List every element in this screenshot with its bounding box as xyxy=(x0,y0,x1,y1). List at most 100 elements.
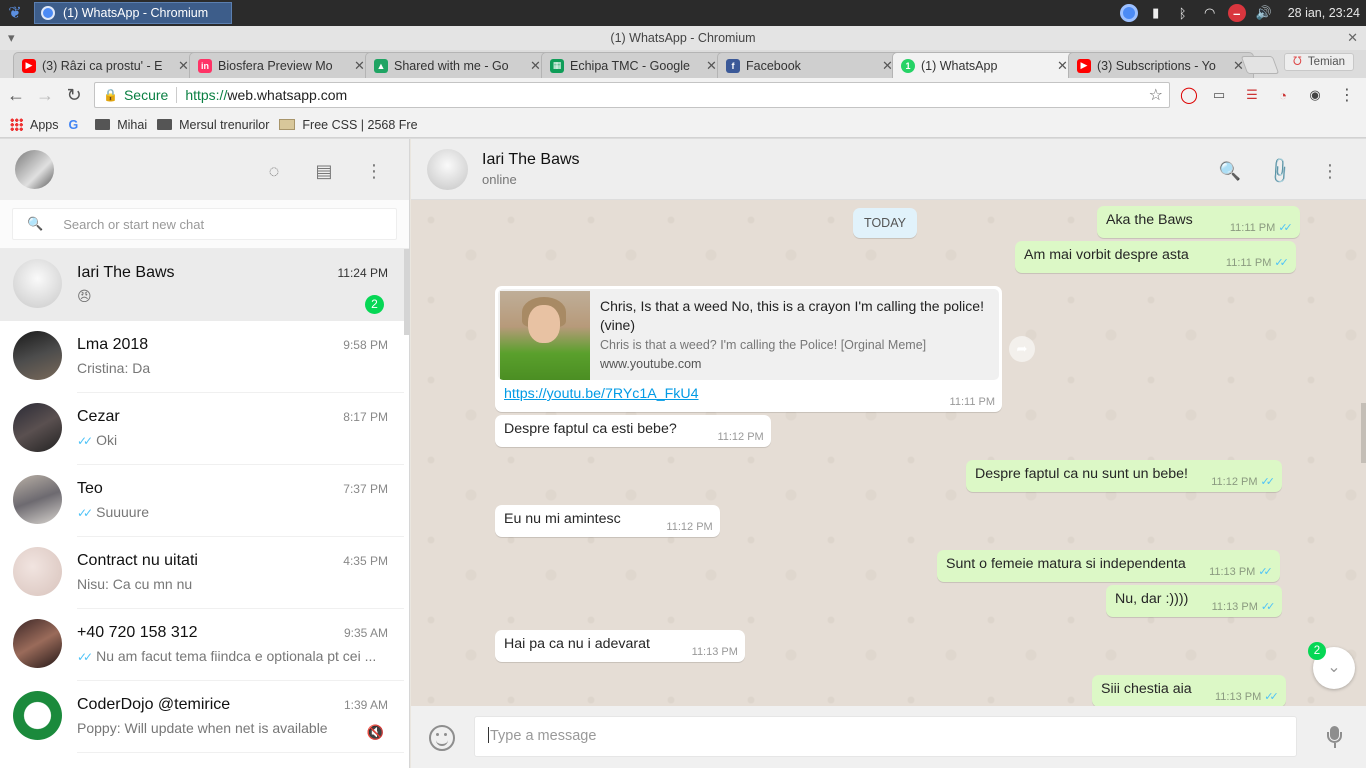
window-menu-icon[interactable]: ▾ xyxy=(8,26,15,50)
forward-button[interactable]: → xyxy=(32,82,58,108)
message-scrollbar[interactable] xyxy=(1361,403,1366,463)
chat-time: 8:17 PM xyxy=(343,410,388,424)
youtube-icon: ▶ xyxy=(1077,58,1091,73)
back-button[interactable]: ← xyxy=(3,82,29,108)
message-link[interactable]: https://youtu.be/7RYc1A_FkU4 xyxy=(504,386,699,402)
folder-icon xyxy=(95,119,111,130)
message-input[interactable]: Type a message xyxy=(474,716,1297,757)
message-bubble[interactable]: Eu nu mi amintesc 11:12 PM xyxy=(495,505,720,537)
my-avatar[interactable] xyxy=(15,150,54,189)
todoist-extension-icon[interactable]: ☰ xyxy=(1243,86,1261,104)
chat-item-teo[interactable]: Teo 7:37 PM ✓✓ Suuuure xyxy=(0,465,404,537)
chat-item-iari[interactable]: Iari The Baws 11:24 PM 😠 2 xyxy=(0,249,404,321)
message-time: 11:11 PM ✓✓ xyxy=(1230,221,1293,234)
lock-icon[interactable]: 🔒 xyxy=(103,88,118,102)
unread-badge: 2 xyxy=(365,295,384,314)
link-preview-title: Chris, Is that a weed No, this is a cray… xyxy=(600,298,984,333)
whatsapp-app: ◌ ▤ ⋮ 🔍 Search or start new chat Iari Th… xyxy=(0,139,1366,768)
tab-google-drive[interactable]: ▲ Shared with me - Go ✕ xyxy=(365,52,551,78)
tab-biosfera[interactable]: in Biosfera Preview Mo ✕ xyxy=(189,52,375,78)
conversation-header[interactable]: Iari The Baws online 🔍 📎 ⋮ xyxy=(411,139,1366,200)
chat-item-cezar[interactable]: Cezar 8:17 PM ✓✓ Oki xyxy=(0,393,404,465)
browser-menu-icon[interactable]: ⋮ xyxy=(1338,86,1356,104)
opera-extension-icon[interactable]: ◯ xyxy=(1180,86,1198,104)
cast-extension-icon[interactable]: ▭ xyxy=(1210,86,1228,104)
bookmark-folder-mihai[interactable]: Mihai xyxy=(95,118,147,132)
message-time: 11:11 PM xyxy=(949,396,995,408)
emoji-icon[interactable] xyxy=(429,725,455,751)
bluetooth-icon[interactable]: ᛒ xyxy=(1174,4,1192,22)
link-message-bubble[interactable]: Chris, Is that a weed No, this is a cray… xyxy=(495,286,1002,412)
new-chat-icon[interactable]: ▤ xyxy=(312,159,336,183)
profile-button[interactable]: ᘮ Temian xyxy=(1284,53,1354,71)
link-preview-domain: www.youtube.com xyxy=(600,357,702,371)
tab-label: (1) WhatsApp xyxy=(921,58,998,73)
new-tab-button[interactable] xyxy=(1240,56,1280,74)
attach-icon[interactable]: 📎 xyxy=(1263,154,1297,188)
message-bubble[interactable]: Despre faptul ca esti bebe? 11:12 PM xyxy=(495,415,771,447)
composer: Type a message xyxy=(411,706,1366,768)
message-text: Eu nu mi amintesc xyxy=(504,511,621,527)
battery-icon[interactable]: ▮ xyxy=(1147,4,1165,22)
bookmark-folder-mersul[interactable]: Mersul trenurilor xyxy=(157,118,269,132)
chat-time: 9:58 PM xyxy=(343,338,388,352)
chat-last-message: ✓✓ Oki xyxy=(77,432,382,448)
wifi-icon[interactable]: ◠ xyxy=(1201,4,1219,22)
tab-facebook[interactable]: f Facebook ✕ xyxy=(717,52,903,78)
bookmark-apps[interactable]: Apps xyxy=(10,118,59,132)
chat-item-coderdojo[interactable]: CoderDojo @temirice 1:39 AM Poppy: Will … xyxy=(0,681,404,753)
status-icon[interactable]: ◌ xyxy=(262,159,286,183)
message-bubble[interactable]: Sunt o femeie matura si independenta 11:… xyxy=(937,550,1280,582)
avatar xyxy=(13,619,62,668)
tab-whatsapp[interactable]: 1 (1) WhatsApp ✕ xyxy=(892,52,1078,78)
bookmark-google[interactable]: G xyxy=(69,118,86,132)
message-bubble[interactable]: Nu, dar :)))) 11:13 PM ✓✓ xyxy=(1106,585,1283,617)
menu-icon[interactable]: ⋮ xyxy=(1318,159,1342,183)
volume-icon[interactable]: 🔊 xyxy=(1255,4,1273,22)
chat-list-scrollbar[interactable] xyxy=(404,249,410,335)
message-bubble[interactable]: Aka the Baws 11:11 PM ✓✓ xyxy=(1097,206,1300,238)
message-bubble[interactable]: Am mai vorbit despre asta 11:11 PM ✓✓ xyxy=(1015,241,1296,273)
message-bubble[interactable]: Hai pa ca nu i adevarat 11:13 PM xyxy=(495,630,745,662)
taskbar-window-button[interactable]: (1) WhatsApp - Chromium xyxy=(34,2,232,24)
message-text: Sunt o femeie matura si independenta xyxy=(946,556,1186,572)
ghostery-extension-icon[interactable]: ◉ xyxy=(1306,86,1324,104)
do-not-disturb-icon[interactable]: – xyxy=(1227,4,1246,22)
tab-youtube-subscriptions[interactable]: ▶ (3) Subscriptions - Yo ✕ xyxy=(1068,52,1254,78)
microphone-icon[interactable] xyxy=(1324,726,1346,750)
message-text: Hai pa ca nu i adevarat xyxy=(504,636,650,652)
chat-time: 9:35 AM xyxy=(343,626,388,640)
message-area[interactable]: TODAY Aka the Baws 11:11 PM ✓✓ Am mai vor… xyxy=(411,200,1366,706)
speed-extension-icon[interactable]: ◔ xyxy=(1274,86,1292,104)
search-input[interactable]: 🔍 Search or start new chat xyxy=(12,208,397,240)
chromium-icon xyxy=(41,6,55,20)
bookmark-star-icon[interactable]: ☆ xyxy=(1149,85,1163,105)
chrome-tray-icon[interactable] xyxy=(1119,4,1138,22)
message-bubble[interactable]: Siii chestia aia 11:13 PM ✓✓ xyxy=(1092,675,1286,706)
search-placeholder: Search or start new chat xyxy=(63,216,205,232)
read-ticks-icon: ✓✓ xyxy=(77,434,93,448)
contact-avatar[interactable] xyxy=(427,149,468,190)
clock[interactable]: 28 ian, 23:24 xyxy=(1288,6,1360,20)
start-menu-icon[interactable]: ❦ xyxy=(0,0,30,26)
message-text: Aka the Baws xyxy=(1106,212,1193,228)
read-ticks-icon: ✓✓ xyxy=(1278,222,1293,234)
chat-item-phone[interactable]: +40 720 158 312 9:35 AM ✓✓ Nu am facut te… xyxy=(0,609,404,681)
menu-icon[interactable]: ⋮ xyxy=(362,159,386,183)
message-bubble[interactable]: Despre faptul ca nu sunt un bebe! 11:12 … xyxy=(966,460,1282,492)
bookmark-free-css[interactable]: Free CSS | 2568 Fre xyxy=(279,118,418,132)
read-ticks-icon: ✓✓ xyxy=(1258,566,1273,578)
link-preview-card[interactable]: Chris, Is that a weed No, this is a cray… xyxy=(498,289,999,380)
chat-time: 4:35 PM xyxy=(343,554,388,568)
tab-youtube-razi[interactable]: ▶ (3) Râzi ca prostu' - E ✕ xyxy=(13,52,199,78)
tab-google-sheets[interactable]: ▦ Echipa TMC - Google ✕ xyxy=(541,52,727,78)
chat-item-contract[interactable]: Contract nu uitati 4:35 PM Nisu: Ca cu m… xyxy=(0,537,404,609)
contact-name: Iari The Baws xyxy=(482,151,580,168)
address-bar[interactable]: 🔒 Secure https://web.whatsapp.com ☆ xyxy=(94,82,1170,108)
chat-item-lma[interactable]: Lma 2018 9:58 PM Cristina: Da xyxy=(0,321,404,393)
forward-icon[interactable]: ➦ xyxy=(1009,336,1035,362)
message-time: 11:13 PM ✓✓ xyxy=(1209,565,1273,578)
search-icon[interactable]: 🔍 xyxy=(1218,159,1242,183)
reload-button[interactable]: ↻ xyxy=(61,82,87,108)
window-close-icon[interactable]: ✕ xyxy=(1347,26,1358,50)
